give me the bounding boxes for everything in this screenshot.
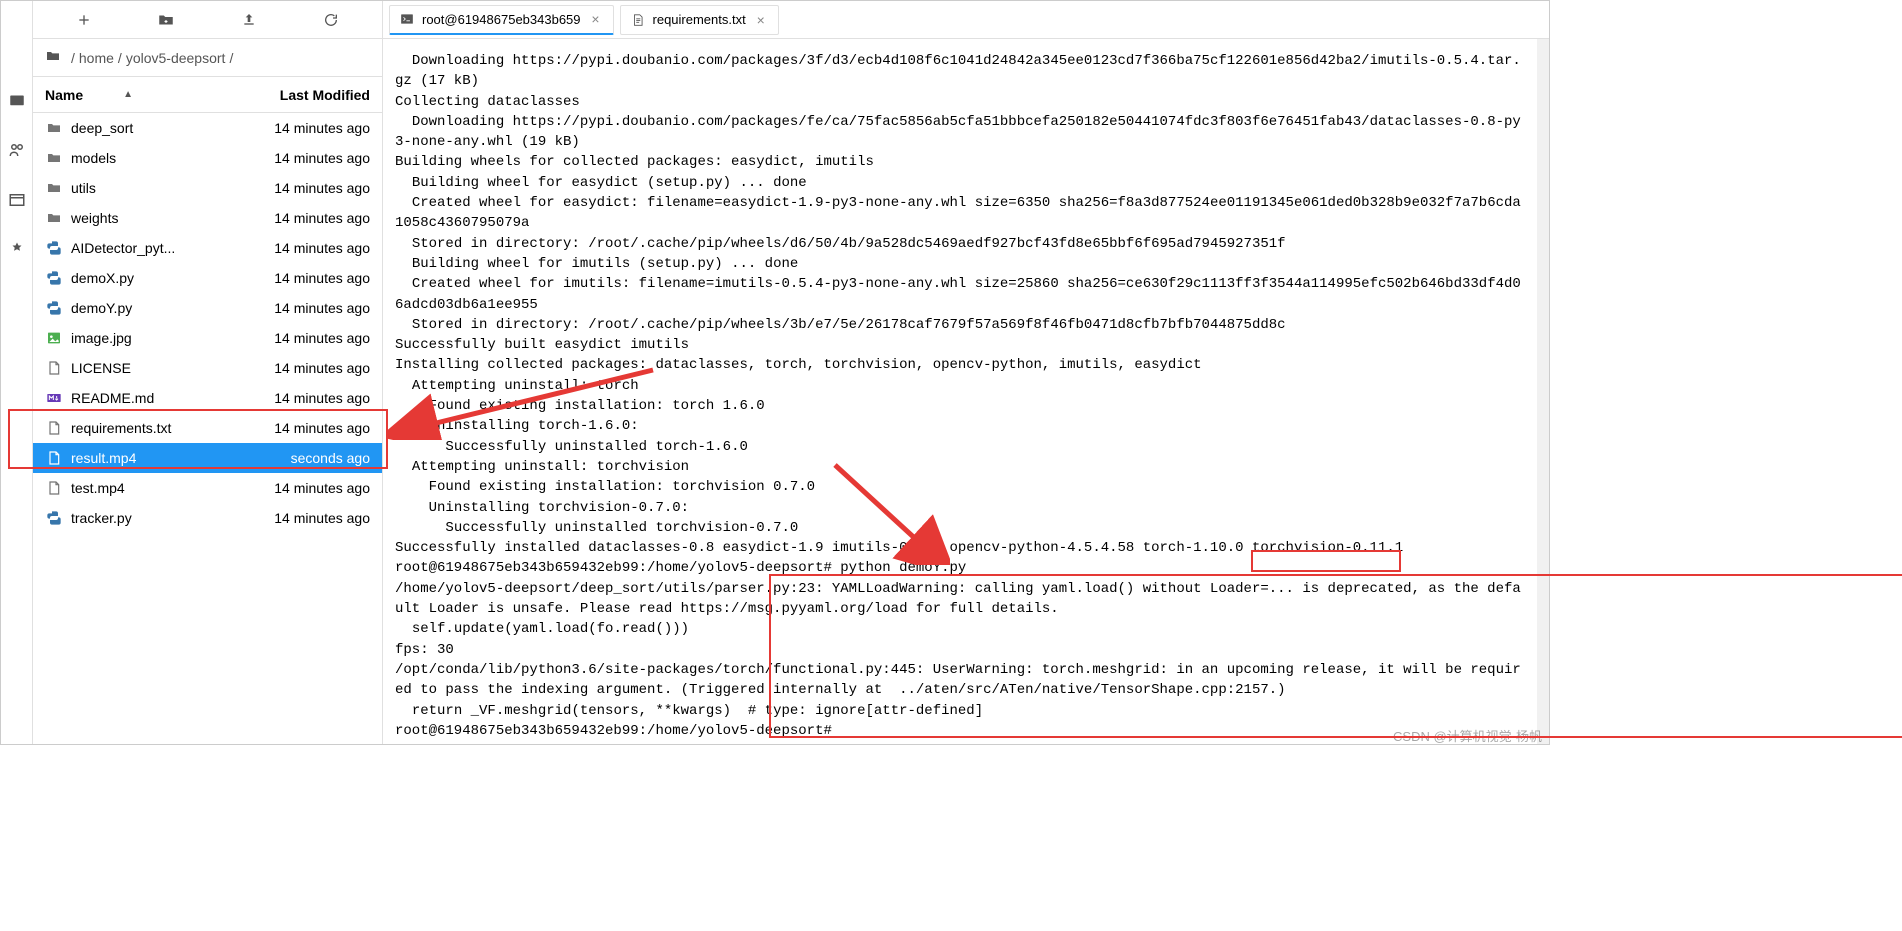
- file-icon: [631, 13, 645, 27]
- file-name: demoY.py: [71, 300, 240, 316]
- file-icon: [45, 449, 63, 467]
- file-list: deep_sort14 minutes agomodels14 minutes …: [33, 113, 382, 744]
- file-modified: 14 minutes ago: [240, 480, 370, 496]
- file-name: demoX.py: [71, 270, 240, 286]
- breadcrumb-dir[interactable]: yolov5-deepsort: [126, 50, 226, 66]
- file-row-models[interactable]: models14 minutes ago: [33, 143, 382, 173]
- file-row-tracker-py[interactable]: tracker.py14 minutes ago: [33, 503, 382, 533]
- file-row-aidetector-pyt---[interactable]: AIDetector_pyt...14 minutes ago: [33, 233, 382, 263]
- file-name: LICENSE: [71, 360, 240, 376]
- file-row-image-jpg[interactable]: image.jpg14 minutes ago: [33, 323, 382, 353]
- folder-icon: [45, 179, 63, 197]
- folder-rail-icon[interactable]: [8, 91, 26, 109]
- file-modified: 14 minutes ago: [240, 420, 370, 436]
- file-modified: seconds ago: [240, 450, 370, 466]
- new-file-button[interactable]: [72, 8, 96, 32]
- file-modified: 14 minutes ago: [240, 210, 370, 226]
- python-icon: [45, 269, 63, 287]
- file-modified: 14 minutes ago: [240, 150, 370, 166]
- file-toolbar: [33, 1, 382, 39]
- close-icon[interactable]: ×: [754, 13, 768, 27]
- close-icon[interactable]: ×: [589, 12, 603, 26]
- file-name: models: [71, 150, 240, 166]
- file-modified: 14 minutes ago: [240, 240, 370, 256]
- file-modified: 14 minutes ago: [240, 270, 370, 286]
- python-icon: [45, 239, 63, 257]
- header-modified[interactable]: Last Modified: [240, 87, 370, 103]
- file-name: utils: [71, 180, 240, 196]
- python-icon: [45, 509, 63, 527]
- file-name: test.mp4: [71, 480, 240, 496]
- folder-icon: [45, 119, 63, 137]
- folder-icon: [45, 209, 63, 227]
- tab-root-61948675eb343b659[interactable]: root@61948675eb343b659 ×: [389, 5, 614, 35]
- file-name: image.jpg: [71, 330, 240, 346]
- extension-rail-icon[interactable]: [8, 241, 26, 259]
- refresh-button[interactable]: [319, 8, 343, 32]
- new-folder-button[interactable]: [154, 8, 178, 32]
- file-name: deep_sort: [71, 120, 240, 136]
- file-name: result.mp4: [71, 450, 240, 466]
- file-icon: [45, 479, 63, 497]
- file-row-test-mp4[interactable]: test.mp414 minutes ago: [33, 473, 382, 503]
- file-row-deep-sort[interactable]: deep_sort14 minutes ago: [33, 113, 382, 143]
- file-row-demoy-py[interactable]: demoY.py14 minutes ago: [33, 293, 382, 323]
- terminal-icon: [400, 12, 414, 26]
- watermark: CSDN @计算机视觉-杨帆: [1393, 726, 1542, 745]
- file-modified: 14 minutes ago: [240, 300, 370, 316]
- file-name: README.md: [71, 390, 240, 406]
- file-modified: 14 minutes ago: [240, 390, 370, 406]
- file-row-result-mp4[interactable]: result.mp4seconds ago: [33, 443, 382, 473]
- window-rail-icon[interactable]: [8, 191, 26, 209]
- file-list-header: Name ▲ Last Modified: [33, 77, 382, 113]
- file-row-weights[interactable]: weights14 minutes ago: [33, 203, 382, 233]
- file-name: AIDetector_pyt...: [71, 240, 240, 256]
- file-icon: [45, 419, 63, 437]
- file-row-demox-py[interactable]: demoX.py14 minutes ago: [33, 263, 382, 293]
- upload-button[interactable]: [237, 8, 261, 32]
- breadcrumb-sep: /: [118, 50, 122, 66]
- breadcrumb-home[interactable]: home: [79, 50, 114, 66]
- file-row-readme-md[interactable]: README.md14 minutes ago: [33, 383, 382, 413]
- sort-caret-icon: ▲: [123, 89, 133, 100]
- file-name: tracker.py: [71, 510, 240, 526]
- activity-bar: [1, 1, 33, 744]
- file-modified: 14 minutes ago: [240, 360, 370, 376]
- file-modified: 14 minutes ago: [240, 510, 370, 526]
- tab-label: requirements.txt: [653, 12, 746, 27]
- folder-icon: [45, 48, 61, 67]
- file-modified: 14 minutes ago: [240, 120, 370, 136]
- file-name: requirements.txt: [71, 420, 240, 436]
- file-modified: 14 minutes ago: [240, 330, 370, 346]
- file-name: weights: [71, 210, 240, 226]
- terminal-output[interactable]: Downloading https://pypi.doubanio.com/pa…: [383, 39, 1549, 744]
- breadcrumb-sep: /: [229, 50, 233, 66]
- file-modified: 14 minutes ago: [240, 180, 370, 196]
- header-name[interactable]: Name ▲: [45, 87, 240, 103]
- image-icon: [45, 329, 63, 347]
- python-icon: [45, 299, 63, 317]
- file-row-requirements-txt[interactable]: requirements.txt14 minutes ago: [33, 413, 382, 443]
- folder-icon: [45, 149, 63, 167]
- markdown-icon: [45, 389, 63, 407]
- file-icon: [45, 359, 63, 377]
- main-panel: root@61948675eb343b659 × requirements.txt ×…: [383, 1, 1549, 744]
- file-browser-sidebar: / home / yolov5-deepsort / Name ▲ Last M…: [33, 1, 383, 744]
- tab-label: root@61948675eb343b659: [422, 12, 581, 27]
- file-row-license[interactable]: LICENSE14 minutes ago: [33, 353, 382, 383]
- editor-tabs: root@61948675eb343b659 × requirements.txt ×: [383, 1, 1549, 39]
- breadcrumb-sep: /: [71, 50, 75, 66]
- file-row-utils[interactable]: utils14 minutes ago: [33, 173, 382, 203]
- tab-requirements-txt[interactable]: requirements.txt ×: [620, 5, 779, 35]
- people-rail-icon[interactable]: [8, 141, 26, 159]
- breadcrumb[interactable]: / home / yolov5-deepsort /: [33, 39, 382, 77]
